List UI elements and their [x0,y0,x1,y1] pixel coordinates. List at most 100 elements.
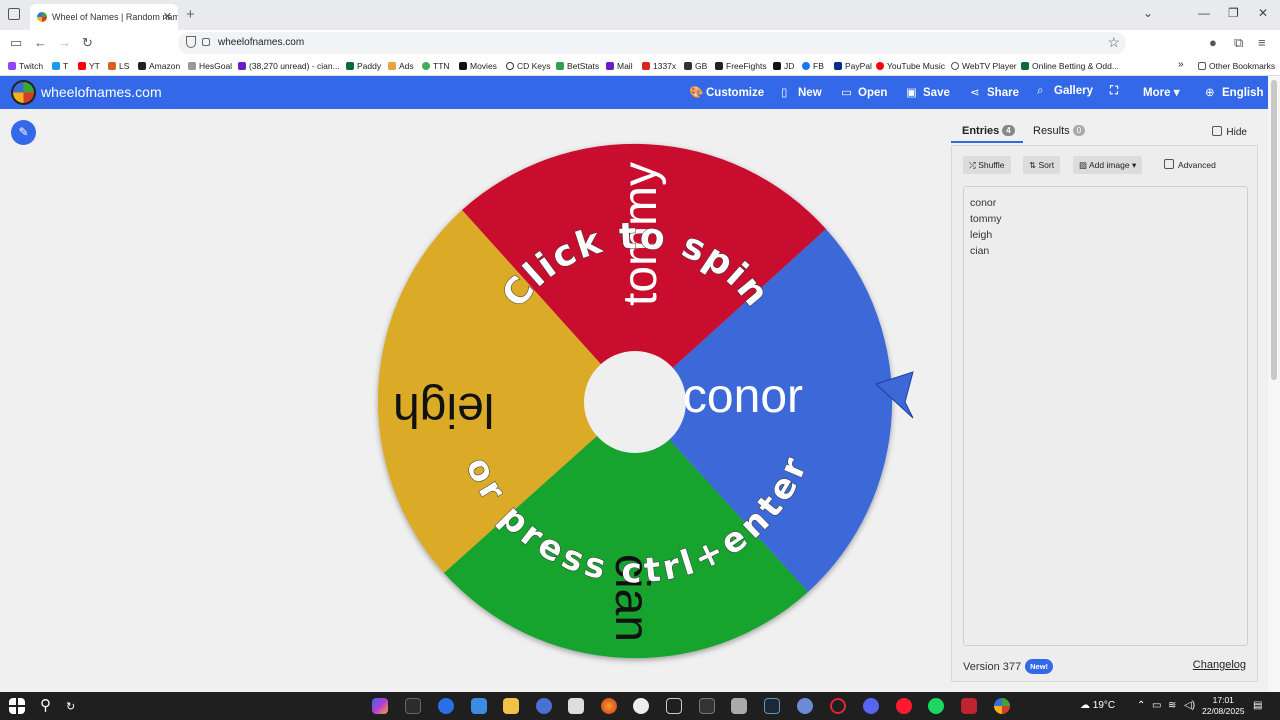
app-icon[interactable] [405,698,421,714]
wheel-center[interactable] [584,351,686,453]
customize-button[interactable]: 🎨 Customize [689,85,764,99]
extensions-icon[interactable]: ⧉ [1234,35,1243,51]
bookmark-item[interactable]: (38,270 unread) - cian... [238,61,340,71]
copilot-icon[interactable] [372,698,388,714]
lock-icon[interactable] [202,38,210,46]
other-bookmarks[interactable]: Other Bookmarks [1198,61,1275,71]
tab-list-icon[interactable] [8,8,20,20]
tray-expand-icon[interactable]: ⌃ [1137,700,1145,711]
save-button[interactable]: ▣ Save [906,85,950,99]
bookmark-item[interactable]: Ads [388,61,414,71]
opera-icon[interactable] [896,698,912,714]
app-icon[interactable] [438,698,454,714]
opera-gx-icon[interactable] [830,698,846,714]
more-button[interactable]: More ▾ [1143,85,1179,99]
bookmark-item[interactable]: FreeFights [715,61,767,71]
app-icon[interactable] [666,698,682,714]
changelog-link[interactable]: Changelog [1193,659,1246,671]
hide-checkbox[interactable]: Hide [1212,126,1247,138]
bookmark-item[interactable]: TTN [422,61,450,71]
file-explorer-icon[interactable] [503,698,519,714]
bookmark-star-icon[interactable]: ☆ [1107,34,1120,51]
bookmark-item[interactable]: YT [78,61,100,71]
reload-icon[interactable]: ↻ [82,35,93,51]
notifications-icon[interactable]: ▤ [1253,700,1262,711]
bookmark-item[interactable]: Twitch [8,61,43,71]
bookmark-item[interactable]: YouTube Music [876,61,945,71]
store-icon[interactable] [471,698,487,714]
edit-pencil-icon[interactable]: ✎ [11,120,36,145]
minimize-icon[interactable]: — [1198,6,1210,20]
app-icon[interactable] [536,698,552,714]
widgets-icon[interactable]: ↻ [66,700,75,713]
shuffle-button[interactable]: ⤮ Shuffle [963,156,1011,174]
tab-entries[interactable]: Entries 4 [962,125,1015,137]
bookmark-item[interactable]: Movies [459,61,497,71]
close-window-icon[interactable]: ✕ [1258,6,1268,20]
gallery-button[interactable]: ⌕ Gallery [1037,85,1093,98]
account-icon[interactable]: ● [1209,35,1217,50]
volume-icon[interactable]: ◁) [1184,700,1195,711]
restore-icon[interactable]: ❐ [1228,6,1239,20]
search-icon[interactable]: ⚲ [40,696,51,714]
language-button[interactable]: ⊕ English [1205,85,1264,99]
tab-results[interactable]: Results 0 [1033,125,1086,137]
wheel-logo-icon[interactable] [11,80,36,105]
new-button[interactable]: ▯ New [781,85,822,99]
bookmark-item[interactable]: Mail [606,61,633,71]
unreal-icon[interactable] [633,698,649,714]
site-title[interactable]: wheelofnames.com [41,84,162,100]
tab-dropdown-icon[interactable]: ⌄ [1143,6,1153,20]
app-icon[interactable] [699,698,715,714]
windows-start-icon[interactable] [9,698,25,714]
bookmark-item[interactable]: PayPal [834,61,872,71]
advanced-checkbox[interactable]: Advanced [1164,159,1216,170]
discord-icon[interactable] [863,698,879,714]
fullscreen-icon[interactable]: ⛶ [1110,85,1118,98]
chrome-icon[interactable] [994,698,1010,714]
battery-icon[interactable]: ▭ [1152,700,1161,711]
new-badge[interactable]: New! [1025,659,1054,674]
bookmark-item[interactable]: GB [684,61,707,71]
bookmark-item[interactable]: Amazon [138,61,180,71]
add-image-button[interactable]: ▨ Add image ▾ [1073,156,1143,174]
bookmark-item[interactable]: BetStats [556,61,599,71]
menu-icon[interactable]: ≡ [1258,35,1266,50]
app-icon[interactable] [797,698,813,714]
forward-icon[interactable]: → [58,35,71,50]
steam-icon[interactable] [764,698,780,714]
firefox-icon[interactable] [601,698,617,714]
share-button[interactable]: ⋖ Share [970,85,1019,99]
shield-icon[interactable] [186,36,196,48]
sidebar-icon[interactable]: ▭ [10,35,22,51]
wheel[interactable]: conor tommy leigh cian Click to spin or … [368,136,928,668]
bookmark-item[interactable]: 1337x [642,61,676,71]
sort-button[interactable]: ⇅ Sort [1023,156,1061,174]
spotify-icon[interactable] [928,698,944,714]
app-icon[interactable] [568,698,584,714]
back-icon[interactable]: ← [34,35,47,50]
bookmark-item[interactable]: CD Keys [506,61,551,71]
bookmark-item[interactable]: Paddy [346,61,381,71]
browser-tab[interactable]: Wheel of Names | Random nam ✕ [30,4,178,30]
entries-textarea[interactable]: conor tommy leigh cian [963,186,1248,646]
weather-widget[interactable]: ☁ 19°C [1080,700,1115,711]
app-icon[interactable] [731,698,747,714]
bookmark-item[interactable]: T [52,61,68,71]
bookmark-item[interactable]: JD [773,61,794,71]
bookmark-item[interactable]: HesGoal [188,61,232,71]
address-bar[interactable]: wheelofnames.com ☆ [178,32,1126,54]
bookmarks-overflow-icon[interactable]: » [1178,59,1184,70]
page-scrollbar[interactable] [1268,76,1280,692]
open-button[interactable]: ▭ Open [841,85,887,99]
results-count-badge: 0 [1072,125,1086,136]
close-tab-icon[interactable]: ✕ [163,10,172,23]
bookmark-item[interactable]: LS [108,61,129,71]
wifi-icon[interactable]: ≋ [1168,700,1176,711]
bookmark-item[interactable]: WebTV Player [951,61,1017,71]
bookmark-item[interactable]: FB [802,61,824,71]
app-icon[interactable] [961,698,977,714]
bookmark-item[interactable]: Online Betting & Odd... [1021,61,1119,71]
new-tab-icon[interactable]: + [186,6,195,23]
clock[interactable]: 17:01 22/08/2025 [1202,695,1245,717]
